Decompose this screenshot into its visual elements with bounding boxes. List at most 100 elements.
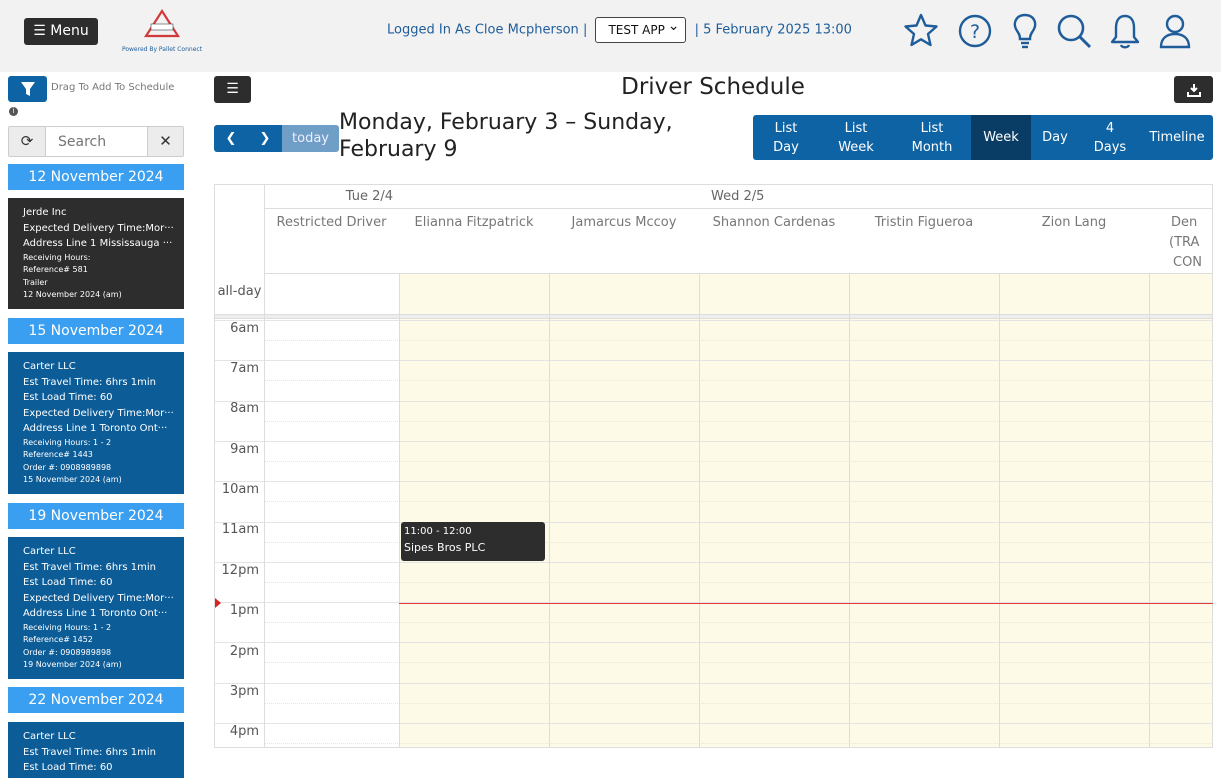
resource-header[interactable]: Elianna Fitzpatrick bbox=[399, 209, 549, 273]
hour-gridline bbox=[215, 642, 1212, 643]
half-hour-gridline bbox=[264, 743, 1212, 744]
filter-icon bbox=[21, 82, 35, 96]
toggle-sidebar-button[interactable]: ☰ bbox=[214, 76, 251, 103]
date-range-title: Monday, February 3 – Sunday, February 9 bbox=[339, 109, 709, 163]
task-detail: Trailer bbox=[23, 277, 48, 287]
time-label: 8am bbox=[230, 401, 259, 416]
bell-icon[interactable] bbox=[1105, 10, 1145, 52]
lightbulb-icon[interactable] bbox=[1005, 10, 1045, 52]
view-list-week[interactable]: List Week bbox=[819, 115, 893, 160]
date-range-line: February 9 bbox=[339, 137, 458, 162]
task-line: Address Line 1 Toronto Ont··· bbox=[23, 423, 168, 434]
unscheduled-task[interactable]: Carter LLC Est Travel Time: 6hrs 1min Es… bbox=[8, 352, 184, 494]
download-button[interactable] bbox=[1174, 76, 1213, 103]
download-icon bbox=[1186, 83, 1201, 97]
day-header[interactable]: Wed 2/5 bbox=[399, 185, 1212, 209]
view-switcher: List Day List Week List Month Week Day 4 Day… bbox=[753, 115, 1213, 160]
time-label: 3pm bbox=[229, 684, 259, 699]
hour-gridline bbox=[215, 562, 1212, 563]
separator: | bbox=[582, 22, 592, 38]
sidebar-search: ⟳ ✕ bbox=[8, 126, 184, 157]
task-detail: Reference# 1443 bbox=[23, 450, 93, 459]
task-line: Est Load Time: 60 bbox=[23, 392, 113, 403]
time-label: 4pm bbox=[229, 724, 259, 739]
close-icon: ✕ bbox=[159, 132, 172, 150]
top-bar: ☰ Menu Powered By Pallet Connect Logged … bbox=[0, 0, 1221, 72]
today-button[interactable]: today bbox=[282, 125, 339, 152]
unscheduled-task[interactable]: Carter LLC Est Travel Time: 6hrs 1min Es… bbox=[8, 537, 184, 679]
date-group-header: 19 November 2024 bbox=[8, 503, 184, 529]
now-indicator-line bbox=[399, 603, 1213, 604]
chevron-right-icon: ❯ bbox=[259, 131, 271, 146]
event-time: 11:00 - 12:00 bbox=[404, 526, 472, 537]
half-hour-gridline bbox=[264, 461, 1212, 462]
view-label: List bbox=[774, 120, 798, 136]
view-list-day[interactable]: List Day bbox=[753, 115, 819, 160]
resource-name-part: Den bbox=[1171, 215, 1198, 230]
app-select[interactable]: TEST APP bbox=[595, 14, 687, 43]
task-line: Carter LLC bbox=[23, 731, 76, 742]
task-line: Carter LLC bbox=[23, 546, 76, 557]
task-detail: 15 November 2024 (am) bbox=[23, 475, 122, 484]
calendar-event[interactable]: 11:00 - 12:00 Sipes Bros PLC bbox=[401, 522, 545, 561]
time-label: 9am bbox=[230, 442, 259, 457]
view-day[interactable]: Day bbox=[1031, 115, 1079, 160]
task-line: Expected Delivery Time:Mor··· bbox=[23, 407, 174, 419]
prev-button[interactable]: ❮ bbox=[214, 125, 248, 152]
day-header[interactable]: Tue 2/4 bbox=[264, 185, 399, 209]
task-detail: Receiving Hours: 1 - 2 bbox=[23, 437, 112, 447]
date-group-header: 15 November 2024 bbox=[8, 318, 184, 344]
hour-gridline bbox=[215, 481, 1212, 482]
time-label: 1pm bbox=[229, 603, 259, 618]
resource-header[interactable]: Restricted Driver bbox=[264, 209, 399, 273]
app-logo[interactable]: Powered By Pallet Connect bbox=[118, 8, 206, 56]
view-list-month[interactable]: List Month bbox=[893, 115, 971, 160]
unscheduled-task[interactable]: Jerde Inc Expected Delivery Time:Mor··· … bbox=[8, 198, 184, 309]
view-4-days[interactable]: 4 Days bbox=[1079, 115, 1141, 160]
resource-header[interactable]: Zion Lang bbox=[999, 209, 1149, 273]
date-group-header: 12 November 2024 bbox=[8, 164, 184, 190]
help-icon[interactable]: ? bbox=[955, 10, 995, 52]
half-hour-gridline bbox=[264, 421, 1212, 422]
page-title: Driver Schedule bbox=[621, 74, 805, 100]
half-hour-gridline bbox=[264, 662, 1212, 663]
today-column-highlight bbox=[399, 209, 1212, 747]
menu-button[interactable]: ☰ Menu bbox=[24, 18, 98, 45]
next-button[interactable]: ❯ bbox=[248, 125, 282, 152]
search-input[interactable] bbox=[49, 127, 147, 156]
task-detail: Receiving Hours: bbox=[23, 252, 91, 262]
view-label: Day bbox=[1042, 130, 1068, 145]
hour-gridline bbox=[215, 441, 1212, 442]
refresh-button[interactable]: ⟳ bbox=[9, 127, 46, 156]
refresh-icon: ⟳ bbox=[20, 132, 34, 150]
date-group-header: 22 November 2024 bbox=[8, 687, 184, 713]
unscheduled-task[interactable]: Carter LLC Est Travel Time: 6hrs 1min Es… bbox=[8, 722, 184, 778]
clear-search-button[interactable]: ✕ bbox=[147, 127, 183, 156]
star-icon[interactable] bbox=[901, 10, 941, 52]
svg-text:?: ? bbox=[970, 21, 980, 43]
task-detail: Reference# 1452 bbox=[23, 635, 93, 644]
resource-name-part: (TRA bbox=[1169, 235, 1200, 250]
column-border bbox=[849, 209, 850, 747]
half-hour-gridline bbox=[264, 340, 1212, 341]
menu-label: Menu bbox=[50, 23, 89, 39]
task-detail: Order #: 0908989898 bbox=[23, 647, 112, 657]
resource-header[interactable]: Shannon Cardenas bbox=[699, 209, 849, 273]
task-line: Est Travel Time: 6hrs 1min bbox=[23, 376, 156, 388]
resource-header[interactable]: Jamarcus Mccoy bbox=[549, 209, 699, 273]
hour-gridline bbox=[215, 723, 1212, 724]
view-timeline[interactable]: Timeline bbox=[1141, 115, 1213, 160]
hour-gridline bbox=[215, 401, 1212, 402]
user-icon[interactable] bbox=[1155, 10, 1195, 52]
filter-button[interactable] bbox=[8, 76, 47, 102]
hour-gridline bbox=[215, 522, 1212, 523]
view-label: Day bbox=[773, 139, 799, 155]
view-week[interactable]: Week bbox=[971, 115, 1031, 160]
info-icon[interactable]: i bbox=[9, 107, 18, 116]
resource-header[interactable]: Den (TRA CON bbox=[1149, 209, 1212, 273]
resource-header[interactable]: Tristin Figueroa bbox=[849, 209, 999, 273]
search-icon[interactable] bbox=[1054, 10, 1094, 52]
logo-triangle-icon bbox=[143, 8, 181, 38]
half-hour-gridline bbox=[264, 703, 1212, 704]
view-label: List bbox=[844, 120, 868, 136]
